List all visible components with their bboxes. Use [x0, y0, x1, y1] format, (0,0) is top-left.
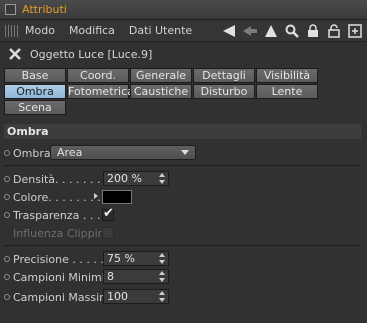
- tab-scena[interactable]: Scena: [4, 100, 66, 115]
- clipping-row: Influenza Clipping: [4, 225, 112, 241]
- tab-generale[interactable]: Generale: [130, 68, 192, 83]
- object-title: Oggetto Luce [Luce.9]: [30, 47, 153, 61]
- arrow-back-grey-icon[interactable]: [241, 22, 258, 39]
- shadow-type-value: Area: [57, 146, 83, 159]
- menu-item-modifica[interactable]: Modifica: [69, 24, 115, 37]
- tab-visibilita[interactable]: Visibilità: [256, 68, 318, 83]
- expand-arrow-icon[interactable]: [94, 193, 98, 199]
- divider: [4, 245, 361, 246]
- chevron-down-icon: [181, 150, 189, 155]
- density-label: Densità. . . . . . . .: [13, 172, 111, 186]
- padlock-icon[interactable]: [325, 22, 342, 39]
- max-samples-label: Campioni Massimi: [13, 290, 113, 304]
- divider: [4, 165, 361, 166]
- tab-coord[interactable]: Coord.: [67, 68, 129, 83]
- clipping-checkbox: [102, 227, 114, 239]
- search-icon[interactable]: [283, 22, 300, 39]
- toolbar-icons: [220, 22, 363, 39]
- shadow-type-label: Ombra: [13, 146, 51, 160]
- density-row: Densità. . . . . . . .: [4, 171, 111, 187]
- precision-row: Precisione . . . . .: [4, 251, 107, 267]
- spinner-icon[interactable]: [159, 271, 165, 282]
- keyframe-dot-icon[interactable]: [4, 194, 10, 200]
- transparency-checkbox[interactable]: ✔: [102, 206, 114, 221]
- spinner-icon[interactable]: [159, 291, 165, 302]
- density-field[interactable]: 200 %: [103, 171, 169, 186]
- min-samples-label: Campioni Minimi: [13, 270, 105, 284]
- tab-disturbo[interactable]: Disturbo: [193, 84, 255, 99]
- shadow-type-dropdown[interactable]: Area: [50, 145, 196, 160]
- transparency-label: Trasparenza . . . .: [13, 208, 111, 222]
- lock-icon[interactable]: [304, 22, 321, 39]
- tab-fotometrica[interactable]: Fotometrica: [67, 84, 134, 99]
- keyframe-dot-icon[interactable]: [4, 274, 10, 280]
- menu-item-dati-utente[interactable]: Dati Utente: [129, 24, 192, 37]
- checkmark-icon: ✔: [103, 206, 114, 221]
- max-samples-value: 100: [107, 290, 128, 303]
- spinner-icon[interactable]: [159, 173, 165, 184]
- tab-base[interactable]: Base: [4, 68, 66, 83]
- attribute-tabs: Base Coord. Generale Dettagli Visibilità…: [4, 68, 322, 115]
- precision-field[interactable]: 75 %: [103, 251, 169, 266]
- keyframe-dot-icon[interactable]: [4, 150, 10, 156]
- shadow-type-row: Ombra: [4, 145, 51, 161]
- keyframe-dot-icon[interactable]: [4, 212, 10, 218]
- keyframe-dot-icon[interactable]: [4, 294, 10, 300]
- arrow-left-icon[interactable]: [220, 22, 237, 39]
- max-samples-row: Campioni Massimi: [4, 289, 113, 305]
- spinner-icon[interactable]: [159, 253, 165, 264]
- section-title: Ombra: [4, 124, 361, 139]
- min-samples-row: Campioni Minimi: [4, 269, 105, 285]
- light-object-icon: [9, 48, 21, 60]
- tab-lente[interactable]: Lente: [256, 84, 318, 99]
- min-samples-value: 8: [107, 270, 114, 283]
- tab-dettagli[interactable]: Dettagli: [193, 68, 255, 83]
- precision-value: 75 %: [107, 252, 135, 265]
- tab-ombra[interactable]: Ombra: [4, 84, 66, 99]
- menu-item-modo[interactable]: Modo: [25, 24, 55, 37]
- keyframe-dot-icon[interactable]: [4, 256, 10, 262]
- keyframe-dot-icon[interactable]: [4, 176, 10, 182]
- clipping-label: Influenza Clipping: [13, 226, 112, 240]
- object-header: Oggetto Luce [Luce.9]: [0, 44, 367, 64]
- transparency-row: Trasparenza . . . .: [4, 207, 111, 223]
- menu-bar: Modo Modifica Dati Utente: [0, 20, 367, 42]
- min-samples-field[interactable]: 8: [103, 269, 169, 284]
- max-samples-field[interactable]: 100: [103, 289, 169, 304]
- tab-caustiche[interactable]: Caustiche: [130, 84, 192, 99]
- new-panel-icon[interactable]: [346, 22, 363, 39]
- grip-icon[interactable]: [5, 24, 19, 37]
- window-title: Attributi: [22, 3, 67, 16]
- color-swatch[interactable]: [102, 190, 132, 204]
- precision-label: Precisione . . . . .: [13, 252, 108, 266]
- window-toggle-box[interactable]: [5, 4, 16, 15]
- title-bar: Attributi: [0, 0, 367, 20]
- density-value: 200 %: [107, 172, 142, 185]
- arrow-up-icon[interactable]: [262, 22, 279, 39]
